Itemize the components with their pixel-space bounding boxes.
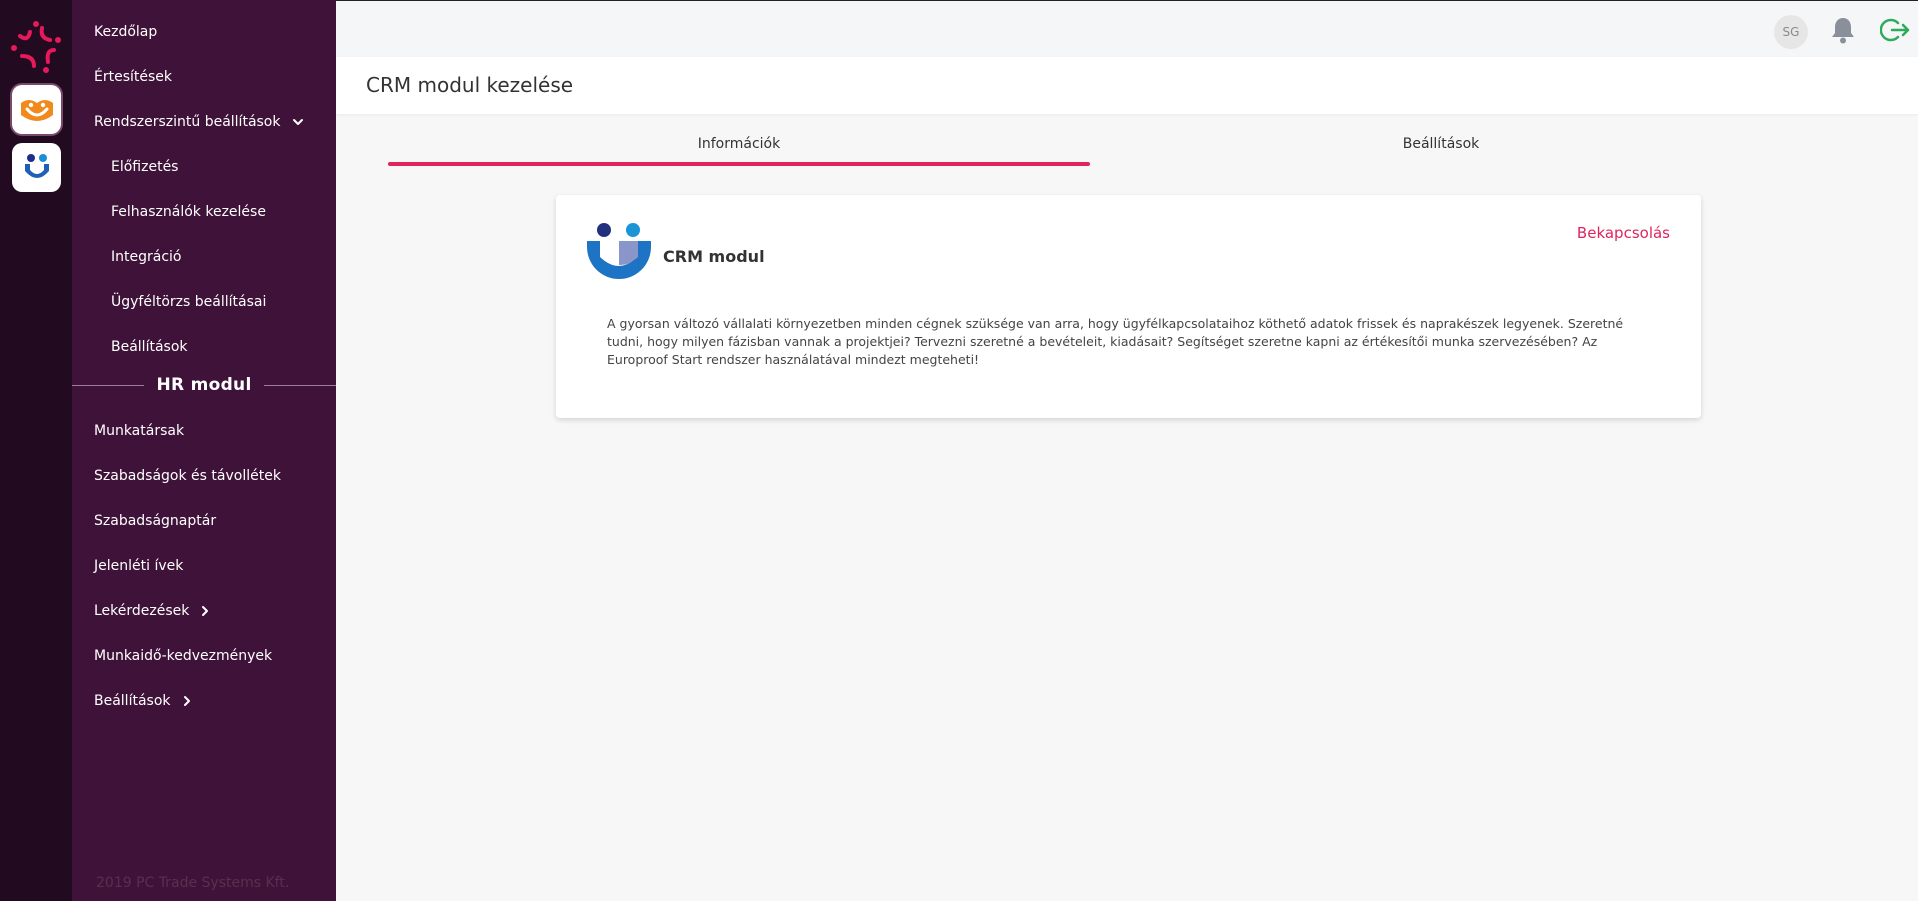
module-description: A gyorsan változó vállalati környezetben…: [607, 316, 1624, 367]
chevron-down-icon: [292, 118, 304, 126]
sidebar-item-notifications[interactable]: Értesítések: [94, 69, 172, 85]
enable-module-button[interactable]: Bekapcsolás: [1577, 224, 1670, 242]
sidebar: Kezdőlap Értesítések Rendszerszintű beál…: [72, 0, 337, 901]
sidebar-item-label: Munkatársak: [94, 423, 185, 439]
sidebar-item-label: Értesítések: [94, 69, 173, 85]
sidebar-item-label: Szabadságok és távollétek: [94, 468, 281, 484]
divider-line: [263, 384, 337, 386]
sidebar-item-leaves[interactable]: Szabadságok és távollétek: [94, 468, 281, 484]
page-title: CRM modul kezelése: [366, 73, 574, 97]
active-tab-indicator: [388, 162, 1090, 166]
sidebar-item-label: Szabadságnaptár: [94, 513, 217, 529]
divider-line: [72, 384, 145, 386]
sidebar-item-queries[interactable]: Lekérdezések: [94, 603, 209, 619]
sidebar-item-label: Jelenléti ívek: [94, 558, 184, 574]
app-switch-europroof[interactable]: [12, 85, 61, 134]
sidebar-item-label: Integráció: [111, 249, 182, 265]
sidebar-item-client-settings[interactable]: Ügyféltörzs beállításai: [111, 294, 266, 310]
sidebar-item-settings[interactable]: Beállítások: [111, 339, 188, 355]
section-title: HR modul: [156, 375, 252, 395]
sidebar-item-home[interactable]: Kezdőlap: [94, 24, 157, 40]
sidebar-item-hr-settings[interactable]: Beállítások: [94, 693, 191, 709]
sidebar-item-label: Lekérdezések: [94, 603, 190, 619]
sidebar-item-attendance[interactable]: Jelenléti ívek: [94, 558, 183, 574]
sidebar-item-label: Beállítások: [94, 693, 171, 709]
copyright-text: 2019 PC Trade Systems Kft.: [96, 875, 290, 891]
page-header: CRM modul kezelése: [336, 57, 1918, 114]
module-name: CRM modul: [663, 247, 765, 266]
avatar[interactable]: SG: [1774, 15, 1808, 49]
sidebar-item-label: Rendszerszintű beállítások: [94, 114, 281, 130]
module-card: CRM modul Bekapcsolás A gyorsan változó …: [556, 195, 1701, 418]
chevron-right-icon: [201, 605, 209, 617]
sidebar-item-label: Kezdőlap: [94, 24, 158, 40]
brand-logo-icon: [11, 21, 61, 73]
sidebar-item-users[interactable]: Felhasználók kezelése: [111, 204, 266, 220]
sidebar-item-label: Beállítások: [111, 339, 188, 355]
europroof-app-icon: [20, 99, 53, 121]
sidebar-item-label: Ügyféltörzs beállításai: [111, 294, 267, 310]
app-switch-crm[interactable]: [12, 143, 61, 192]
tab-settings[interactable]: Beállítások: [1090, 136, 1792, 152]
top-bar: SG: [336, 0, 1918, 57]
sidebar-item-subscription[interactable]: Előfizetés: [111, 159, 178, 175]
crm-module-logo-icon: [586, 221, 652, 293]
app-rail: [0, 0, 72, 901]
sidebar-item-label: Felhasználók kezelése: [111, 204, 266, 220]
sidebar-item-label: Munkaidő-kedvezmények: [94, 648, 273, 664]
sidebar-item-integration[interactable]: Integráció: [111, 249, 181, 265]
sidebar-item-colleagues[interactable]: Munkatársak: [94, 423, 184, 439]
crm-app-icon: [24, 153, 49, 178]
sidebar-item-worktime-benefits[interactable]: Munkaidő-kedvezmények: [94, 648, 272, 664]
logout-icon[interactable]: [1879, 17, 1910, 47]
bell-icon[interactable]: [1830, 16, 1856, 48]
chevron-right-icon: [183, 695, 191, 707]
sidebar-item-leave-calendar[interactable]: Szabadságnaptár: [94, 513, 216, 529]
sidebar-item-system-settings[interactable]: Rendszerszintű beállítások: [94, 114, 304, 130]
sidebar-item-label: Előfizetés: [111, 159, 179, 175]
hr-section-divider: HR modul: [72, 372, 337, 398]
tab-information[interactable]: Információk: [388, 136, 1090, 152]
